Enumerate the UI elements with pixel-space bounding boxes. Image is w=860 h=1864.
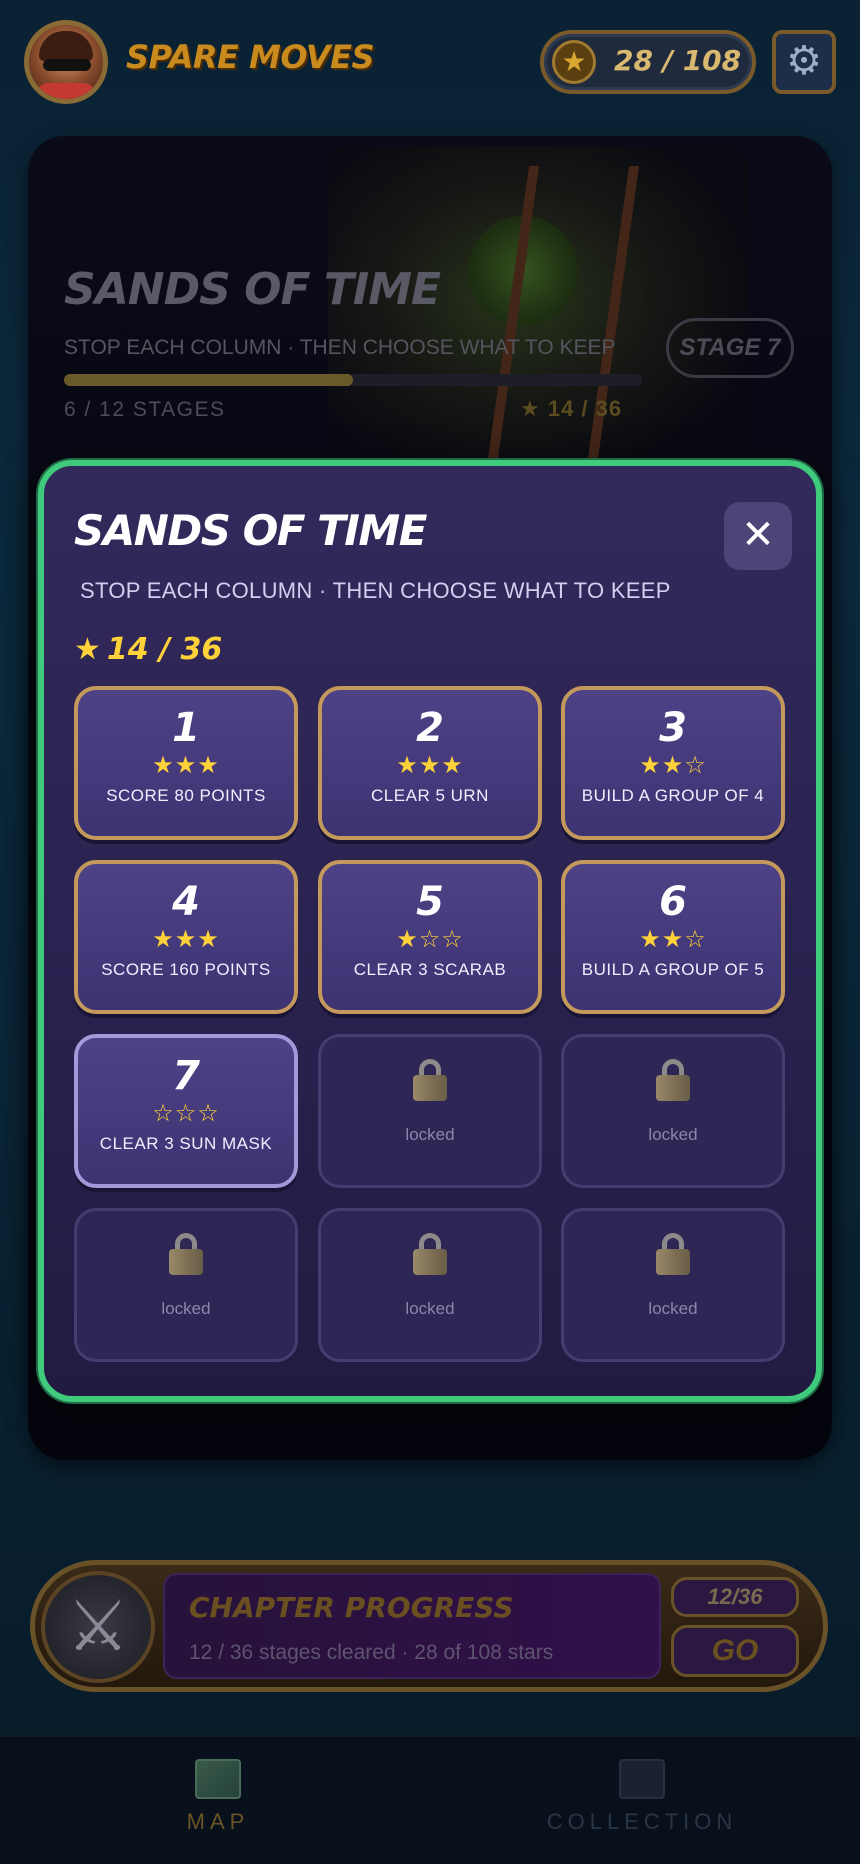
lock-icon [169,1233,203,1275]
crossed-swords-icon: ⚔ [41,1571,155,1683]
stage-tile-10-locked: locked [74,1208,298,1362]
stage-goal: CLEAR 5 URN [371,786,489,805]
star-icon: ★ [74,632,101,667]
avatar-shirt [35,83,97,99]
stage-tile-7[interactable]: 7 ☆☆☆ CLEAR 3 SUN MASK [74,1034,298,1188]
stage-tile-12-locked: locked [561,1208,785,1362]
book-icon [619,1759,665,1799]
stage-number: 1 [172,705,200,751]
gear-icon: ⚙ [786,39,822,83]
chapter-progress-banner: ⚔ CHAPTER PROGRESS 12 / 36 stages cleare… [30,1560,828,1692]
stage-stars: ★★★ [396,752,464,779]
progress-title: CHAPTER PROGRESS [189,1591,514,1624]
chapter-stages-count: 6 / 12 STAGES [64,398,226,421]
avatar-glasses [43,59,91,71]
top-bar: SPARE MOVES ★ 28 / 108 ⚙ [0,0,860,125]
bottom-nav: MAP COLLECTION [0,1736,860,1864]
stage-button[interactable]: STAGE 7 [666,318,794,378]
locked-label: locked [648,1125,698,1144]
stage-stars: ★★☆ [639,926,707,953]
star-coin-icon: ★ [552,40,596,84]
locked-label: locked [648,1299,698,1318]
progress-subtitle: 12 / 36 stages cleared · 28 of 108 stars [189,1641,554,1664]
close-icon: ✕ [741,513,775,557]
nav-map-label: MAP [186,1809,250,1834]
stage-tile-6[interactable]: 6 ★★☆ BUILD A GROUP OF 5 [561,860,785,1014]
modal-subtitle: STOP EACH COLUMN · THEN CHOOSE WHAT TO K… [80,578,671,603]
star-counter-value: 28 / 108 [614,44,742,77]
stage-stars: ★★★ [152,752,220,779]
close-button[interactable]: ✕ [724,502,792,570]
stage-goal: SCORE 80 POINTS [106,786,266,805]
locked-label: locked [405,1299,455,1318]
stage-tile-4[interactable]: 4 ★★★ SCORE 160 POINTS [74,860,298,1014]
map-icon [195,1759,241,1799]
stage-number: 2 [416,705,444,751]
locked-label: locked [161,1299,211,1318]
stage-goal: CLEAR 3 SCARAB [353,960,507,979]
modal-stars-total: ★ 14 / 36 [74,632,222,667]
nav-collection[interactable]: COLLECTION [512,1759,772,1835]
progress-count-badge: 12/36 [671,1577,799,1617]
player-avatar[interactable] [24,20,108,104]
lock-icon [413,1059,447,1101]
stage-stars: ★★★ [152,926,220,953]
stage-tile-8-locked: locked [318,1034,542,1188]
stage-grid: 1 ★★★ SCORE 80 POINTS 2 ★★★ CLEAR 5 URN … [74,686,788,1366]
modal-title: SANDS OF TIME [74,506,427,555]
stage-goal: BUILD A GROUP OF 4 [581,786,765,805]
chapter-subtitle: STOP EACH COLUMN · THEN CHOOSE WHAT TO K… [64,336,616,359]
avatar-hair [39,31,93,61]
stage-number: 4 [172,879,200,925]
nav-map[interactable]: MAP [88,1759,348,1835]
lock-icon [656,1233,690,1275]
stage-goal: CLEAR 3 SUN MASK [99,1134,273,1153]
progress-panel: CHAPTER PROGRESS 12 / 36 stages cleared … [163,1573,661,1679]
star-counter: ★ 28 / 108 [540,30,756,94]
locked-label: locked [405,1125,455,1144]
stage-tile-3[interactable]: 3 ★★☆ BUILD A GROUP OF 4 [561,686,785,840]
stage-goal: BUILD A GROUP OF 5 [581,960,765,979]
app-title: SPARE MOVES [126,38,375,76]
chapter-progress-fill [64,374,353,386]
settings-button[interactable]: ⚙ [772,30,836,94]
lock-icon [413,1233,447,1275]
stage-stars: ☆☆☆ [152,1100,220,1127]
stage-number: 5 [416,879,444,925]
stage-goal: SCORE 160 POINTS [101,960,271,979]
stage-number: 3 [659,705,687,751]
stage-tile-1[interactable]: 1 ★★★ SCORE 80 POINTS [74,686,298,840]
stage-tile-9-locked: locked [561,1034,785,1188]
go-button[interactable]: GO [671,1625,799,1677]
stage-stars: ★☆☆ [396,926,464,953]
stage-number: 7 [172,1053,200,1099]
chapter-stars-count: ★ 14 / 36 [520,396,623,421]
lock-icon [656,1059,690,1101]
stage-stars: ★★☆ [639,752,707,779]
stage-tile-2[interactable]: 2 ★★★ CLEAR 5 URN [318,686,542,840]
stage-tile-11-locked: locked [318,1208,542,1362]
stage-number: 6 [659,879,687,925]
stage-select-modal: SANDS OF TIME ✕ STOP EACH COLUMN · THEN … [38,460,822,1402]
chapter-title: SANDS OF TIME [64,264,441,315]
modal-stars-value: 14 / 36 [106,632,223,667]
nav-collection-label: COLLECTION [546,1809,738,1834]
stage-tile-5[interactable]: 5 ★☆☆ CLEAR 3 SCARAB [318,860,542,1014]
chapter-progress-bar [64,374,642,386]
